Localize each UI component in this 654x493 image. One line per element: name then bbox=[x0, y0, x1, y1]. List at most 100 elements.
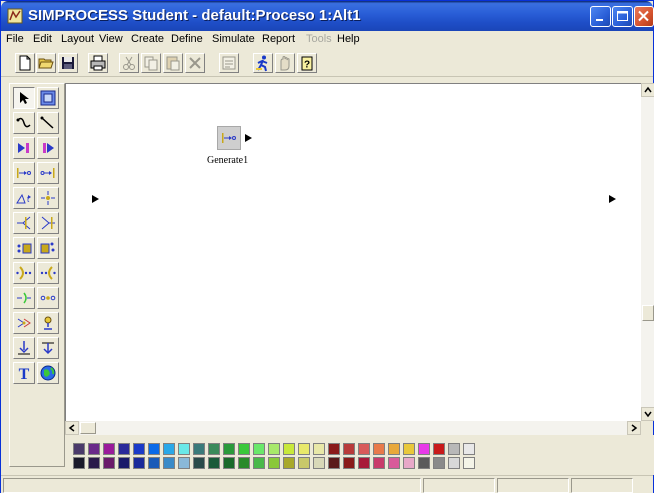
color-swatch[interactable] bbox=[193, 457, 205, 469]
color-swatch[interactable] bbox=[343, 443, 355, 455]
color-swatch[interactable] bbox=[178, 443, 190, 455]
menu-edit[interactable]: Edit bbox=[33, 33, 52, 45]
assign-tool-button[interactable] bbox=[37, 312, 59, 334]
paste-button[interactable] bbox=[163, 53, 183, 73]
color-swatch[interactable] bbox=[283, 457, 295, 469]
curved-connector-tool-button[interactable] bbox=[13, 112, 35, 134]
print-button[interactable] bbox=[88, 53, 108, 73]
color-swatch[interactable] bbox=[313, 443, 325, 455]
help-button[interactable]: ? bbox=[297, 53, 317, 73]
color-swatch[interactable] bbox=[238, 443, 250, 455]
color-swatch[interactable] bbox=[343, 457, 355, 469]
generate-tool-button[interactable] bbox=[13, 162, 35, 184]
batch-tool-button[interactable] bbox=[13, 262, 35, 284]
menu-define[interactable]: Define bbox=[171, 33, 203, 45]
color-swatch[interactable] bbox=[103, 443, 115, 455]
menu-file[interactable]: File bbox=[6, 33, 24, 45]
color-swatch[interactable] bbox=[238, 457, 250, 469]
globe-tool-button[interactable] bbox=[37, 362, 59, 384]
color-swatch[interactable] bbox=[253, 457, 265, 469]
scroll-left-button[interactable] bbox=[65, 421, 79, 435]
synchronize-tool-button[interactable] bbox=[37, 337, 59, 359]
color-swatch[interactable] bbox=[328, 443, 340, 455]
color-swatch[interactable] bbox=[133, 457, 145, 469]
delay-tool-button[interactable]: t bbox=[13, 187, 35, 209]
color-swatch[interactable] bbox=[163, 457, 175, 469]
vertical-scroll-thumb[interactable] bbox=[642, 305, 654, 321]
menu-create[interactable]: Create bbox=[131, 33, 164, 45]
color-swatch[interactable] bbox=[418, 457, 430, 469]
scroll-right-button[interactable] bbox=[627, 421, 641, 435]
color-swatch[interactable] bbox=[358, 443, 370, 455]
cut-button[interactable] bbox=[119, 53, 139, 73]
unbatch-tool-button[interactable] bbox=[37, 262, 59, 284]
color-swatch[interactable] bbox=[208, 443, 220, 455]
stop-button[interactable] bbox=[275, 53, 295, 73]
color-swatch[interactable] bbox=[298, 443, 310, 455]
color-swatch[interactable] bbox=[283, 443, 295, 455]
scroll-up-button[interactable] bbox=[641, 83, 654, 97]
split-tool-button[interactable] bbox=[13, 212, 35, 234]
transform-tool-button[interactable] bbox=[13, 287, 35, 309]
color-swatch[interactable] bbox=[253, 443, 265, 455]
dispose-tool-button[interactable] bbox=[37, 162, 59, 184]
color-swatch[interactable] bbox=[373, 457, 385, 469]
color-swatch[interactable] bbox=[388, 457, 400, 469]
properties-button[interactable] bbox=[219, 53, 239, 73]
copy-button[interactable] bbox=[141, 53, 161, 73]
menu-tools[interactable]: Tools bbox=[306, 33, 332, 45]
color-swatch[interactable] bbox=[73, 457, 85, 469]
color-swatch[interactable] bbox=[208, 457, 220, 469]
color-swatch[interactable] bbox=[463, 443, 475, 455]
replicate-tool-button[interactable] bbox=[37, 237, 59, 259]
select-tool-button[interactable] bbox=[13, 87, 35, 109]
zoom-select-tool-button[interactable] bbox=[37, 87, 59, 109]
color-swatch[interactable] bbox=[88, 457, 100, 469]
color-swatch[interactable] bbox=[133, 443, 145, 455]
save-button[interactable] bbox=[58, 53, 78, 73]
merge-tool-button[interactable] bbox=[37, 287, 59, 309]
menu-simulate[interactable]: Simulate bbox=[212, 33, 255, 45]
generate-node[interactable] bbox=[217, 126, 241, 150]
process-canvas[interactable] bbox=[65, 83, 641, 421]
horizontal-scrollbar[interactable] bbox=[65, 421, 641, 435]
color-swatch[interactable] bbox=[268, 443, 280, 455]
color-swatch[interactable] bbox=[403, 443, 415, 455]
scroll-down-button[interactable] bbox=[641, 407, 654, 421]
color-swatch[interactable] bbox=[223, 443, 235, 455]
horizontal-scroll-thumb[interactable] bbox=[80, 422, 96, 434]
color-swatch[interactable] bbox=[178, 457, 190, 469]
color-swatch[interactable] bbox=[403, 457, 415, 469]
color-swatch[interactable] bbox=[193, 443, 205, 455]
color-swatch[interactable] bbox=[118, 457, 130, 469]
color-swatch[interactable] bbox=[448, 457, 460, 469]
title-bar[interactable]: SIMPROCESS Student - default:Proceso 1:A… bbox=[1, 1, 654, 31]
text-tool-button[interactable]: T bbox=[13, 362, 35, 384]
menu-view[interactable]: View bbox=[99, 33, 123, 45]
straight-connector-tool-button[interactable] bbox=[37, 112, 59, 134]
menu-report[interactable]: Report bbox=[262, 33, 295, 45]
menu-layout[interactable]: Layout bbox=[61, 33, 94, 45]
color-swatch[interactable] bbox=[463, 457, 475, 469]
open-button[interactable] bbox=[36, 53, 56, 73]
color-swatch[interactable] bbox=[223, 457, 235, 469]
end-tool-button[interactable] bbox=[37, 137, 59, 159]
color-swatch[interactable] bbox=[328, 457, 340, 469]
color-swatch[interactable] bbox=[118, 443, 130, 455]
color-swatch[interactable] bbox=[433, 457, 445, 469]
color-swatch[interactable] bbox=[433, 443, 445, 455]
close-button[interactable] bbox=[634, 6, 654, 27]
transfer-tool-button[interactable] bbox=[13, 337, 35, 359]
color-swatch[interactable] bbox=[103, 457, 115, 469]
color-swatch[interactable] bbox=[418, 443, 430, 455]
color-swatch[interactable] bbox=[163, 443, 175, 455]
color-swatch[interactable] bbox=[298, 457, 310, 469]
maximize-button[interactable] bbox=[612, 6, 633, 27]
new-button[interactable] bbox=[15, 53, 35, 73]
color-swatch[interactable] bbox=[148, 443, 160, 455]
vertical-scrollbar[interactable] bbox=[641, 83, 654, 421]
color-swatch[interactable] bbox=[448, 443, 460, 455]
color-swatch[interactable] bbox=[88, 443, 100, 455]
color-swatch[interactable] bbox=[388, 443, 400, 455]
delete-button[interactable] bbox=[185, 53, 205, 73]
